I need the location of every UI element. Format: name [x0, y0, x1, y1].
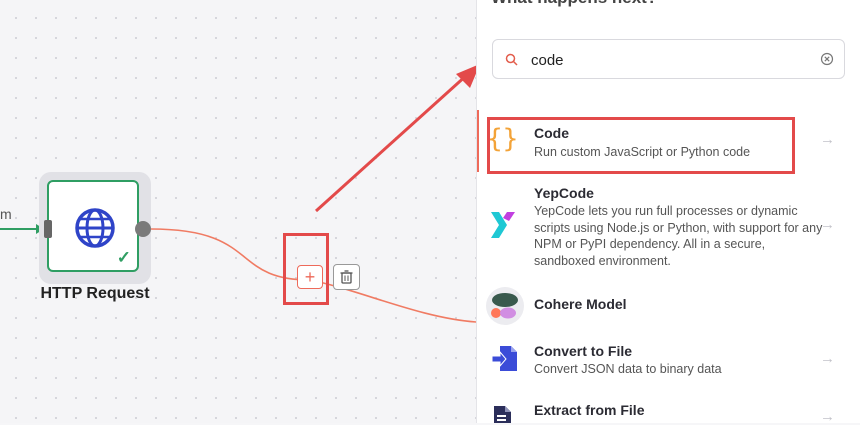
search-value: code [531, 52, 564, 69]
chevron-right-icon: → [820, 408, 835, 425]
cohere-icon [486, 287, 524, 325]
chevron-right-icon: → [820, 216, 835, 233]
chevron-right-icon: → [820, 131, 835, 148]
convert-file-icon [491, 346, 517, 371]
item-name: YepCode [534, 185, 594, 201]
panel-title: What happens next? [491, 0, 657, 8]
extract-file-icon [494, 406, 511, 423]
annotation-arrowhead [456, 65, 476, 88]
trash-icon [340, 270, 353, 284]
input-handle[interactable] [44, 220, 52, 238]
globe-icon [75, 208, 115, 248]
search-icon [505, 53, 518, 66]
clear-search-icon[interactable] [820, 52, 834, 66]
search-input[interactable]: code [492, 39, 845, 79]
chevron-right-icon: → [820, 350, 835, 367]
yepcode-icon [491, 212, 515, 238]
list-item-convert-to-file[interactable]: Convert to File Convert JSON data to bin… [477, 335, 860, 385]
list-item-yepcode[interactable]: YepCode YepCode lets you run full proces… [477, 178, 860, 270]
list-item-extract-from-file[interactable]: Extract from File → [477, 394, 860, 425]
item-name: Cohere Model [534, 296, 627, 312]
check-icon: ✓ [116, 248, 131, 267]
node-title: HTTP Request [40, 285, 150, 302]
code-highlight-box [487, 117, 795, 174]
node-body[interactable]: ✓ [47, 180, 139, 272]
incoming-connection-label: m [0, 206, 12, 222]
list-item-cohere-model[interactable]: Cohere Model [477, 282, 860, 326]
item-description: YepCode lets you run full processes or d… [534, 204, 823, 268]
item-description: Convert JSON data to binary data [534, 362, 722, 376]
delete-connection-button[interactable] [333, 264, 360, 290]
node-creator-panel: What happens next? code {} Code Run cust… [476, 0, 860, 425]
add-node-button[interactable]: + [297, 265, 323, 289]
annotation-arrow [314, 72, 470, 213]
output-handle[interactable] [135, 221, 151, 237]
item-name: Convert to File [534, 343, 633, 359]
item-name: Extract from File [534, 402, 645, 418]
